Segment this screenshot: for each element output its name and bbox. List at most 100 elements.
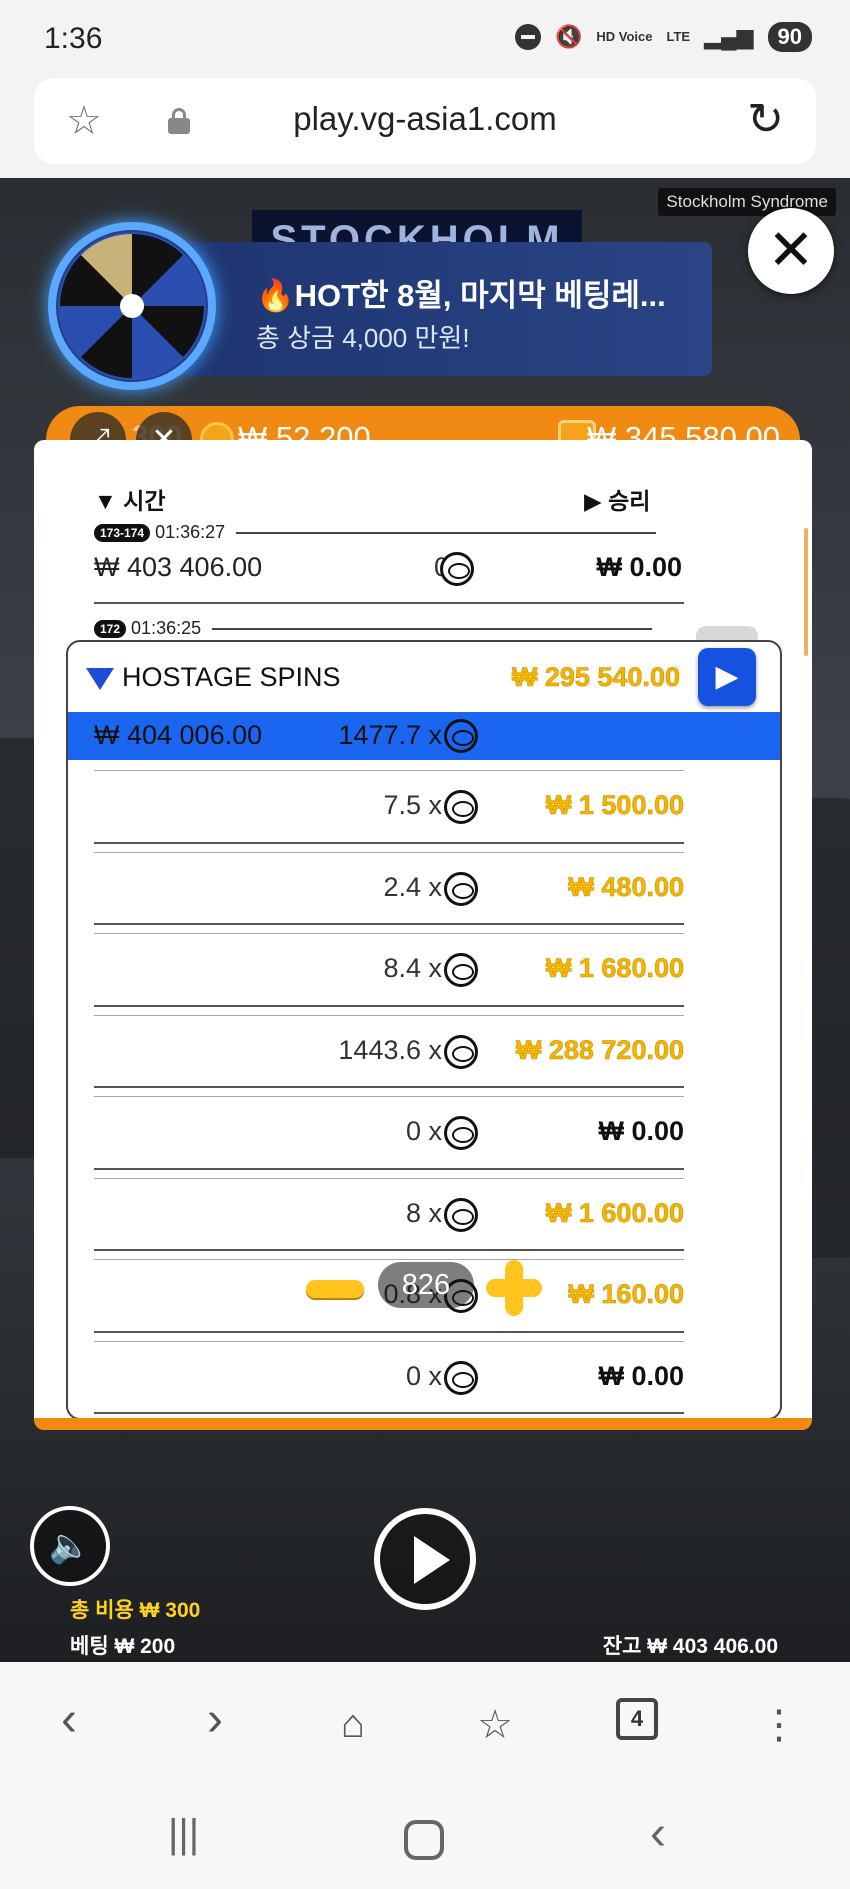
forward-icon[interactable]: › (180, 1692, 250, 1747)
spin-multiplier: 8 x (405, 1197, 442, 1228)
signal-icon: ▂▄▆ (704, 24, 754, 49)
row-divider (94, 1167, 684, 1170)
row-divider (94, 923, 684, 925)
coin-icon (444, 871, 478, 906)
mute-vibrate-icon: 🔇 (554, 24, 583, 49)
status-icons: 🔇 HD Voice LTE ▂▄▆ 90 (514, 22, 812, 52)
url-box[interactable]: ☆ play.vg-asia1.com ↻ (34, 78, 816, 164)
round-meta: 173-174 01:36:27 (94, 522, 657, 543)
spin-multiplier: 2.4 x (383, 871, 442, 902)
promo-subtitle: 총 상금 4,000 만원! (256, 323, 470, 353)
back-icon[interactable]: ‹ (34, 1692, 104, 1747)
lte-icon: LTE (666, 29, 691, 44)
coin-icon (444, 719, 478, 753)
spin-win: ₩ 0.00 (598, 1360, 684, 1391)
bonus-total-win: ₩ 295 540.00 (511, 662, 681, 693)
row-divider (94, 933, 684, 934)
stake-value: 826 (378, 1262, 474, 1308)
bet-line: 베팅 ₩ 200 (70, 1635, 176, 1658)
spin-win: ₩ 480.00 (568, 871, 684, 902)
coin-icon (444, 1034, 478, 1069)
status-time: 1:36 (44, 22, 103, 55)
spin-win: ₩ 160.00 (568, 1279, 684, 1310)
battery-indicator: 90 (767, 22, 812, 52)
spin-multiplier: 1443.6 x (338, 1034, 442, 1065)
bookmarks-icon[interactable]: ☆ (460, 1702, 530, 1748)
row-divider (94, 1177, 684, 1179)
system-nav-bar: ||| ‹ (0, 1792, 850, 1889)
round-time: 01:36:27 (155, 522, 226, 542)
spin-multiplier: 0 x (405, 1360, 442, 1391)
spin-multiplier: 0 x (405, 1116, 442, 1146)
spin-win: ₩ 1 500.00 (545, 790, 685, 821)
column-header-win[interactable]: ▶ 승리 (584, 482, 650, 516)
promo-banner[interactable]: 🔥HOT한 8월, 마지막 베팅레... 총 상금 4,000 만원! (180, 242, 712, 376)
mute-button[interactable]: 🔈 (30, 1506, 110, 1586)
spin-row: 0 x ₩ 0.00 (68, 1335, 780, 1417)
spin-row: 8 x ₩ 1 600.00 (68, 1172, 780, 1254)
row-divider (94, 1330, 684, 1333)
do-not-disturb-icon (514, 24, 541, 50)
round-badge: 173-174 (94, 524, 151, 543)
spin-win: ₩ 1 680.00 (545, 953, 685, 984)
row-divider (94, 1004, 684, 1007)
scrollbar[interactable] (804, 528, 808, 656)
spin-win: ₩ 1 600.00 (545, 1197, 685, 1228)
browser-address-bar: ☆ play.vg-asia1.com ↻ (0, 78, 850, 178)
spin-row: 8.4 x ₩ 1 680.00 (68, 927, 780, 1009)
round-bet: ₩ 403 406.00 (94, 552, 263, 582)
round-win: ₩ 0.00 (596, 552, 682, 582)
row-divider (94, 851, 684, 853)
round-meta: 172 01:36:25 (94, 618, 653, 639)
coin-icon (444, 1360, 478, 1395)
spin-row: 1443.6 x ₩ 288 720.00 (68, 1009, 780, 1091)
stake-plus-button[interactable] (486, 1260, 542, 1316)
spin-win: ₩ 288 720.00 (515, 1034, 685, 1065)
close-button[interactable]: ✕ (748, 208, 834, 294)
round-time: 01:36:25 (131, 618, 202, 638)
reload-icon[interactable]: ↻ (747, 94, 784, 145)
tabs-button[interactable]: 4 (616, 1698, 658, 1740)
coin-icon (444, 1197, 478, 1232)
spin-row: 0 x ₩ 0.00 (68, 1090, 780, 1172)
spin-multiplier: 7.5 x (383, 790, 442, 820)
prize-wheel-icon[interactable] (48, 222, 216, 390)
row-divider (94, 1249, 684, 1251)
balance-line: 잔고 ₩ 403 406.00 (602, 1635, 778, 1658)
spin-row: 7.5 x ₩ 1 500.00 (68, 764, 780, 846)
home-nav-icon[interactable] (404, 1820, 444, 1860)
url-text[interactable]: play.vg-asia1.com (34, 100, 816, 138)
row-divider (94, 841, 684, 844)
spin-button[interactable] (374, 1508, 476, 1610)
row-divider (94, 1096, 684, 1097)
bonus-summary-row[interactable]: ₩ 404 006.00 1477.7 x (68, 712, 780, 760)
total-cost: 총 비용 ₩ 300 (70, 1599, 201, 1622)
coin-icon (444, 790, 478, 824)
hd-voice-icon: HD Voice (596, 29, 653, 44)
spin-multiplier: 8.4 x (383, 953, 442, 983)
row-divider (94, 1086, 684, 1088)
promo-title: 🔥HOT한 8월, 마지막 베팅레... (256, 278, 666, 313)
replay-bonus-button[interactable]: ▶ (698, 648, 756, 706)
summary-bet: ₩ 404 006.00 (94, 720, 263, 750)
row-divider (94, 1340, 684, 1342)
more-menu-icon[interactable]: ⋮ (744, 1702, 814, 1748)
back-nav-icon[interactable]: ‹ (650, 1806, 666, 1861)
row-divider (94, 770, 684, 771)
game-viewport: Stockholm Syndrome STOCKHOLM 🔥HOT한 8월, 마… (0, 178, 850, 1662)
spin-row: 2.4 x ₩ 480.00 (68, 846, 780, 928)
stake-minus-button[interactable] (306, 1280, 364, 1298)
collapse-triangle-icon (86, 667, 114, 690)
column-header-time[interactable]: ▼ 시간 (94, 482, 165, 516)
bonus-title[interactable]: HOSTAGE SPINS (86, 662, 341, 693)
round-badge: 172 (94, 620, 127, 639)
coin-icon (444, 1116, 478, 1150)
recent-apps-icon[interactable]: ||| (168, 1812, 199, 1857)
summary-multiplier: 1477.7 x (338, 720, 442, 750)
row-divider (94, 1014, 684, 1016)
browser-toolbar: ‹ › ⌂ ☆ 4 ⋮ (0, 1662, 850, 1792)
home-icon[interactable]: ⌂ (318, 1702, 388, 1747)
spin-win: ₩ 0.00 (598, 1116, 684, 1146)
row-divider (94, 602, 684, 604)
coin-icon (440, 552, 474, 586)
